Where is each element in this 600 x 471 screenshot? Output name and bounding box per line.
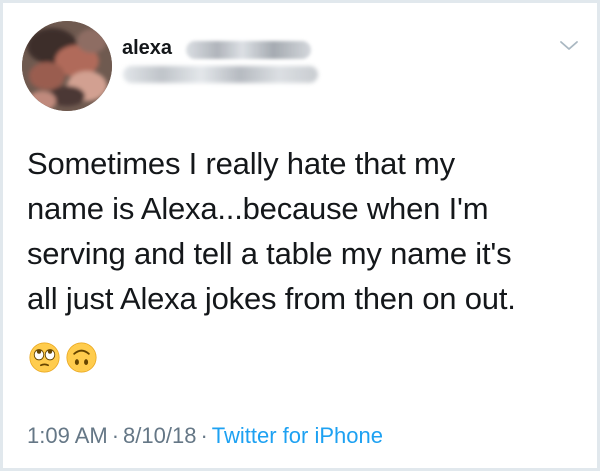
- tweet-source-link[interactable]: Twitter for iPhone: [212, 423, 383, 448]
- tweet-time[interactable]: 1:09 AM: [27, 423, 108, 448]
- avatar[interactable]: [22, 21, 112, 111]
- tweet-text: Sometimes I really hate that my name is …: [27, 141, 587, 321]
- avatar-image: [22, 21, 112, 111]
- tweet-meta: 1:09 AM · 8/10/18 · Twitter for iPhone: [27, 423, 383, 449]
- chevron-down-icon[interactable]: [558, 38, 580, 54]
- redacted-handle: [123, 66, 318, 83]
- upside-down-face-icon: [66, 342, 97, 373]
- tweet-text-line: Sometimes I really hate that my: [27, 146, 455, 181]
- tweet-text-line: name is Alexa...because when I'm: [27, 191, 489, 226]
- face-with-rolling-eyes-icon: [29, 342, 60, 373]
- meta-separator: ·: [111, 423, 120, 448]
- tweet: alexa Sometimes I really hate that my na…: [3, 3, 597, 468]
- tweet-text-line: serving and tell a table my name it's: [27, 236, 512, 271]
- emoji-row: [28, 341, 98, 381]
- display-name[interactable]: alexa: [122, 37, 172, 60]
- tweet-date[interactable]: 8/10/18: [123, 423, 196, 448]
- meta-separator: ·: [200, 423, 208, 448]
- redacted-last-name: [186, 41, 311, 59]
- tweet-text-line: all just Alexa jokes from then on out.: [27, 281, 516, 316]
- tweet-card: alexa Sometimes I really hate that my na…: [0, 0, 600, 471]
